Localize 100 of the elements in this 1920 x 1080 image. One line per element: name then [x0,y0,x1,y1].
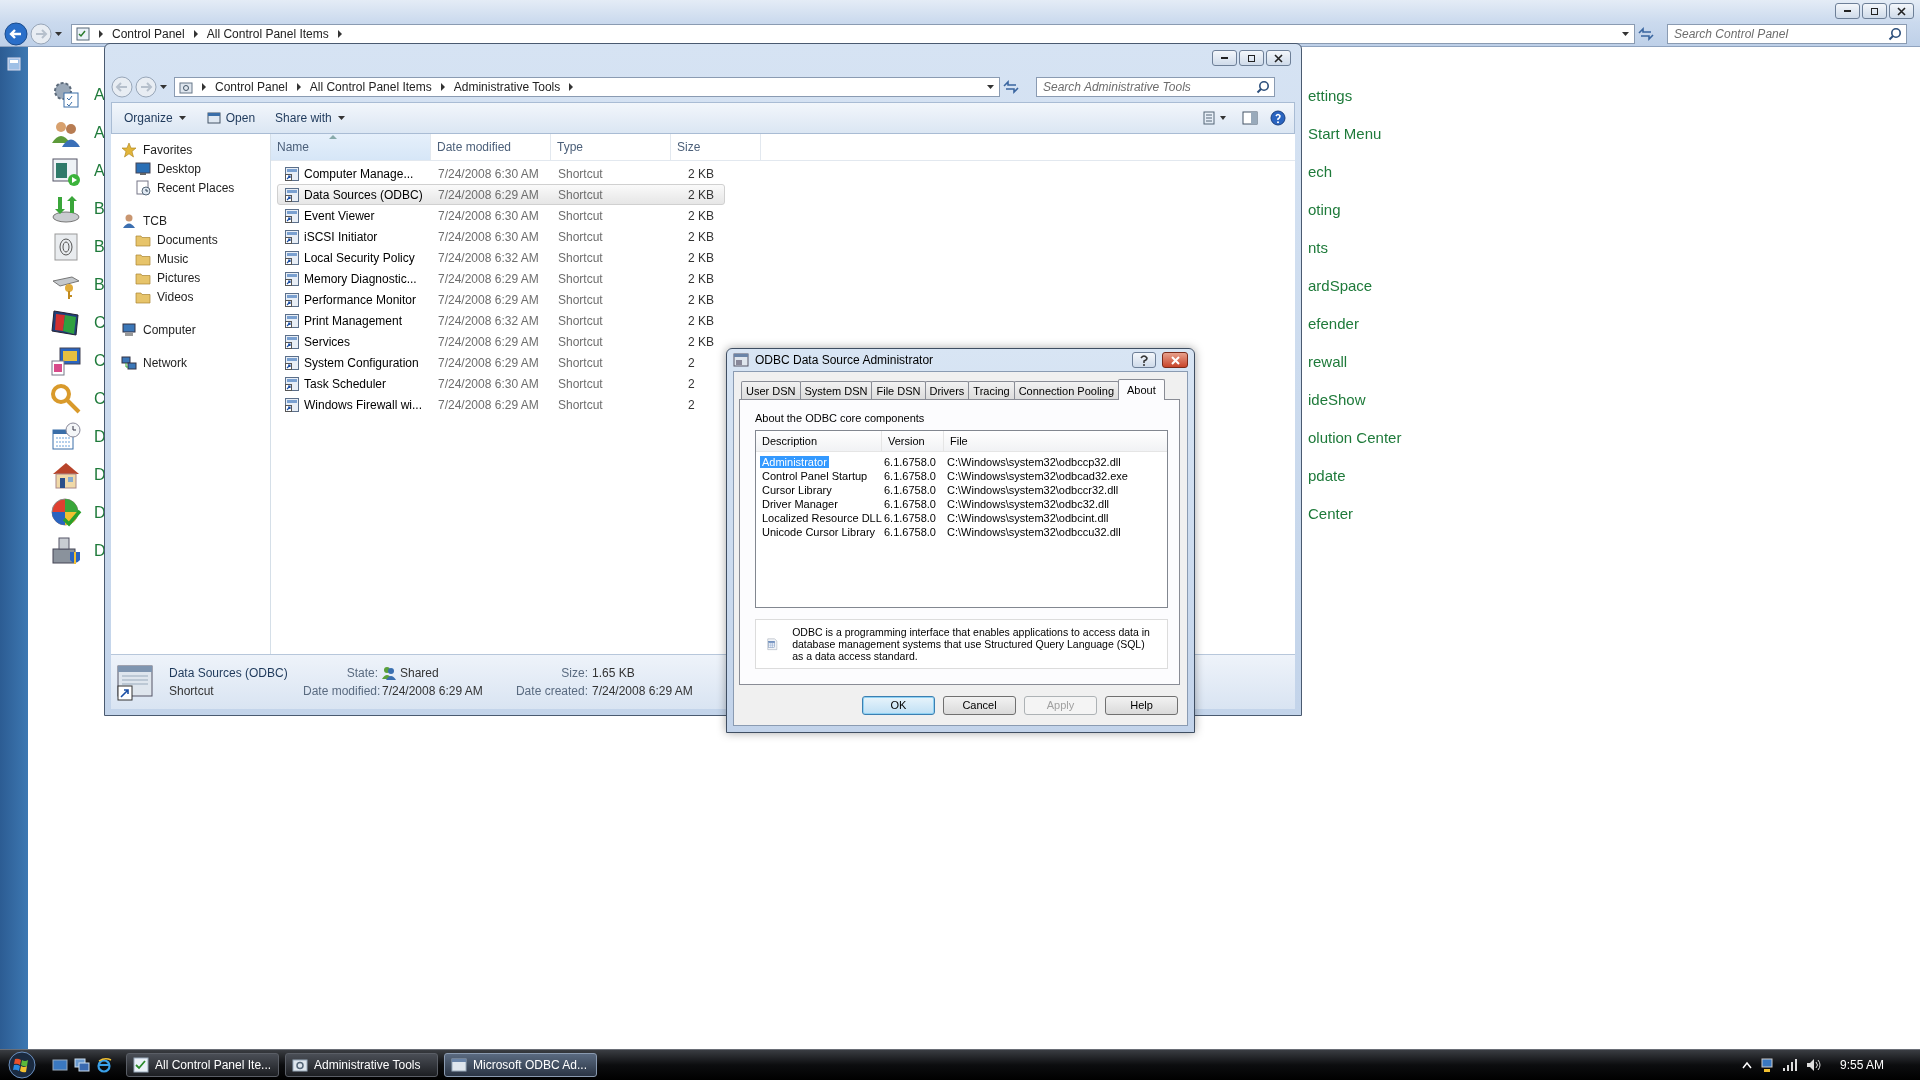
show-desktop-icon[interactable] [52,1057,68,1073]
file-row[interactable]: Performance Monitor 7/24/2008 6:29 AM Shortcut 2 KB [277,289,725,310]
date-modified: 7/24/2008 6:32 AM [438,313,539,328]
file-row[interactable]: Print Management 7/24/2008 6:32 AM Shortcut 2 KB [277,310,725,331]
applet-link[interactable]: B [94,276,105,294]
search-field[interactable]: Search Control Panel [1667,24,1907,44]
address-bar[interactable]: Control Panel All Control Panel Items Administrative Tools [174,77,1000,97]
dialog-button[interactable]: Cancel [943,695,1016,715]
minimize-button[interactable] [1212,50,1237,66]
file-row[interactable]: Event Viewer 7/24/2008 6:30 AM Shortcut 2 KB [277,205,725,226]
close-button[interactable] [1889,3,1914,19]
applet-link[interactable]: Center [1308,504,1354,522]
applet-link[interactable]: ideShow [1308,390,1366,408]
column-header[interactable]: Size [671,134,761,160]
file-row[interactable]: Memory Diagnostic... 7/24/2008 6:29 AM Shortcut 2 KB [277,268,725,289]
applet-link[interactable]: A [94,124,105,142]
nav-item[interactable]: Desktop [157,161,202,176]
minimize-button[interactable] [1835,3,1860,19]
nav-item[interactable]: Videos [157,289,194,304]
network-status-icon[interactable] [1759,1057,1774,1073]
signal-bars-icon[interactable] [1781,1058,1798,1072]
column-header[interactable]: Version [882,431,944,451]
applet-link[interactable]: oting [1308,200,1341,218]
toolbar-button[interactable]: Share with [271,108,350,128]
search-field[interactable]: Search Administrative Tools [1036,77,1275,97]
dialog-button[interactable]: OK [862,695,935,715]
tab[interactable]: About [1118,379,1165,400]
file-row[interactable]: iSCSI Initiator 7/24/2008 6:30 AM Shortcut 2 KB [277,226,725,247]
volume-icon[interactable] [1805,1058,1822,1072]
switch-windows-icon[interactable] [74,1057,90,1073]
file-row[interactable]: Task Scheduler 7/24/2008 6:30 AM Shortcut 2 [277,373,725,394]
nav-item[interactable]: TCB [143,213,167,228]
show-hidden-icons[interactable] [1741,1061,1752,1069]
tab[interactable]: Tracing [968,381,1015,399]
breadcrumb[interactable]: All Control Panel Items [309,80,432,94]
column-header[interactable]: File [944,431,1167,451]
column-header[interactable]: Description [756,431,882,451]
toolbar-button[interactable]: Open [202,108,260,128]
applet-link[interactable]: pdate [1308,466,1346,484]
nav-item[interactable]: Pictures [157,270,201,285]
breadcrumb[interactable]: All Control Panel Items [206,27,329,41]
nav-item[interactable]: Music [157,251,189,266]
browser-icon[interactable] [96,1057,112,1073]
date-modified: 7/24/2008 6:29 AM [438,187,539,202]
nav-item[interactable]: Computer [143,322,196,337]
file-row[interactable]: Local Security Policy 7/24/2008 6:32 AM Shortcut 2 KB [277,247,725,268]
refresh-icon[interactable] [1002,79,1020,95]
applet-link[interactable]: B [94,238,105,256]
tab[interactable]: User DSN [741,381,801,399]
applet-link[interactable]: ardSpace [1308,276,1373,294]
applet-link[interactable]: B [94,200,105,218]
file-row[interactable]: Data Sources (ODBC) 7/24/2008 6:29 AM Shortcut 2 KB [277,184,725,205]
refresh-icon[interactable] [1637,26,1655,42]
component-name[interactable]: Cursor Library [760,484,834,496]
applet-link[interactable]: rewall [1308,352,1348,370]
tab[interactable]: Connection Pooling [1013,381,1120,399]
taskbar-button[interactable]: Administrative Tools [285,1053,438,1077]
dialog-button[interactable]: Help [1105,695,1178,715]
help-button[interactable] [1132,352,1156,368]
back-button[interactable] [4,22,28,46]
nav-item[interactable]: Recent Places [157,180,235,195]
file-row[interactable]: Computer Manage... 7/24/2008 6:30 AM Shortcut 2 KB [277,163,725,184]
clock[interactable]: 9:55 AM [1839,1058,1884,1072]
component-name[interactable]: Driver Manager [760,498,840,510]
help-icon[interactable] [1270,110,1286,126]
component-name[interactable]: Control Panel Startup [760,470,870,482]
file-row[interactable]: Services 7/24/2008 6:29 AM Shortcut 2 KB [277,331,725,352]
nav-item[interactable]: Network [143,355,187,370]
taskbar-button[interactable]: Microsoft ODBC Ad... [444,1053,597,1077]
applet-link[interactable]: A [94,86,105,104]
applet-link[interactable]: olution Center [1308,428,1402,446]
toolbar-button[interactable]: Organize [120,108,191,128]
tab[interactable]: File DSN [871,381,926,399]
maximize-button[interactable] [1239,50,1264,66]
tab[interactable]: System DSN [799,381,873,399]
nav-item[interactable]: Documents [157,232,218,247]
applet-link[interactable]: nts [1308,238,1328,256]
preview-pane-icon[interactable] [1242,111,1258,125]
tab[interactable]: Drivers [924,381,970,399]
taskbar-button[interactable]: All Control Panel Ite... [126,1053,279,1077]
applet-link[interactable]: A [94,162,105,180]
breadcrumb[interactable]: Control Panel [215,80,288,94]
address-bar[interactable]: Control Panel All Control Panel Items [71,24,1635,44]
applet-link[interactable]: Start Menu [1308,124,1382,142]
column-header[interactable]: Type [551,134,671,160]
maximize-button[interactable] [1862,3,1887,19]
applet-link[interactable]: ech [1308,162,1333,180]
close-button[interactable] [1162,352,1188,368]
file-row[interactable]: System Configuration 7/24/2008 6:29 AM Shortcut 2 [277,352,725,373]
component-name[interactable]: Unicode Cursor Library [760,526,878,538]
applet-link[interactable]: ettings [1308,86,1353,104]
breadcrumb[interactable]: Administrative Tools [453,80,561,94]
file-row[interactable]: Windows Firewall wi... 7/24/2008 6:29 AM Shortcut 2 [277,394,725,415]
component-name[interactable]: Localized Resource DLL [760,512,884,524]
applet-link[interactable]: efender [1308,314,1359,332]
nav-item[interactable]: Favorites [143,142,193,157]
breadcrumb[interactable]: Control Panel [112,27,185,41]
close-button[interactable] [1266,50,1291,66]
column-header[interactable]: Name [271,134,431,160]
column-header[interactable]: Date modified [431,134,551,160]
